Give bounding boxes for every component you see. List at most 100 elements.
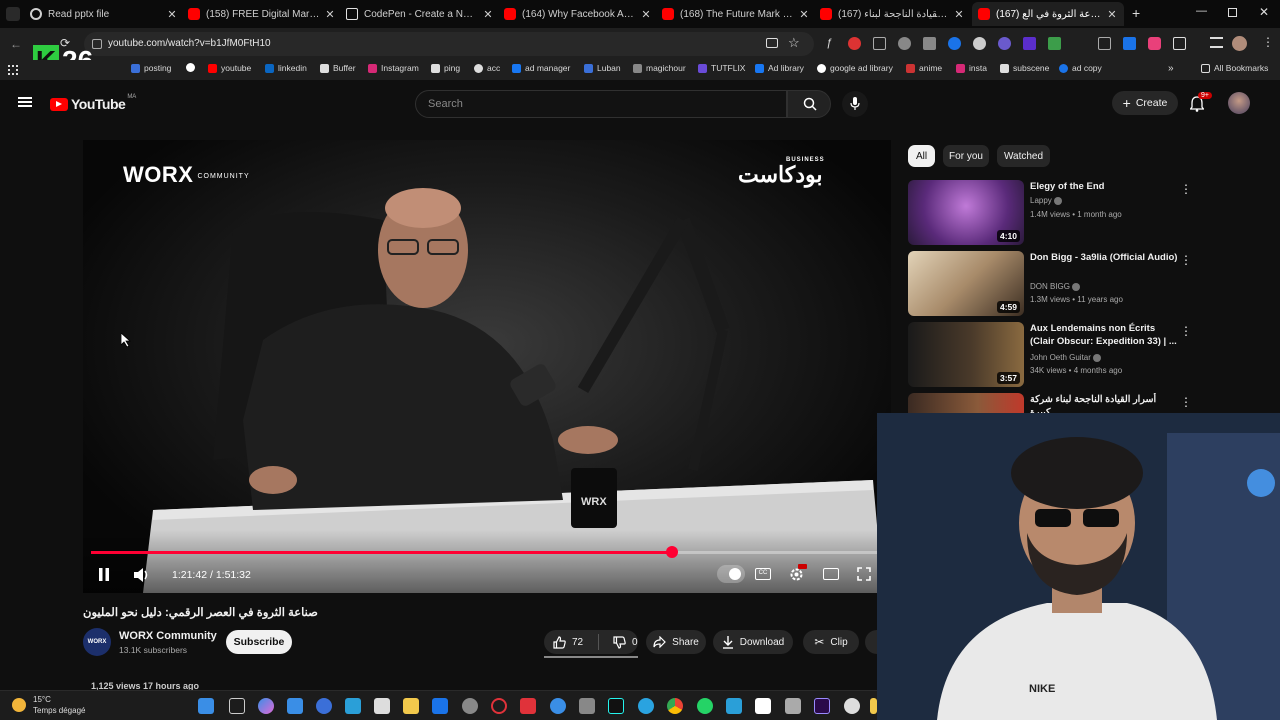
chip-for-you[interactable]: For you (943, 145, 989, 167)
voice-search-button[interactable] (842, 91, 868, 117)
browser-tab[interactable]: (168) The Future Mark Zucker ✕ (662, 2, 810, 26)
chrome-icon[interactable] (667, 698, 683, 714)
recommendation-channel[interactable]: DON BIGG (1030, 282, 1081, 291)
apps-grid-icon[interactable] (8, 65, 18, 75)
extension-icon[interactable] (873, 37, 886, 50)
bookmark-posting[interactable]: posting (131, 63, 171, 73)
scrubber-handle[interactable] (665, 546, 678, 558)
extension-icon[interactable] (1098, 37, 1111, 50)
close-icon[interactable]: ✕ (482, 8, 494, 21)
bookmark-anime[interactable]: anime (906, 63, 942, 73)
video-thumbnail[interactable] (908, 393, 1024, 413)
extension-icon[interactable] (948, 37, 961, 50)
telegram-icon[interactable] (638, 698, 654, 714)
close-icon[interactable]: ✕ (953, 8, 965, 21)
bookmark-acc[interactable]: acc (474, 63, 500, 73)
omnibox[interactable]: youtube.com/watch?v=b1JfM0FtH10 ☆ (84, 32, 814, 56)
progress-bar[interactable] (91, 546, 883, 558)
settings-button[interactable] (789, 564, 807, 582)
video-thumbnail[interactable]: 4:59 (908, 251, 1024, 316)
install-icon[interactable] (766, 38, 778, 48)
dislike-button[interactable]: 0 (605, 635, 638, 649)
app-icon[interactable] (844, 698, 860, 714)
bookmark-ad-manager[interactable]: ad manager (512, 63, 570, 73)
youtube-logo[interactable]: YouTube MA (50, 94, 136, 112)
app-icon[interactable] (726, 698, 742, 714)
recommendation-title[interactable]: Elegy of the End (1030, 180, 1178, 193)
more-options-icon[interactable]: ⋮ (1180, 395, 1192, 409)
browser-tab[interactable]: (164) Why Facebook Ads Are ✕ (504, 2, 652, 26)
recommendation-item[interactable]: أسرار القيادة الناجحة لبناء شركة كبيرة ⋮ (908, 393, 1278, 413)
app-icon[interactable] (550, 698, 566, 714)
windows-start-icon[interactable] (198, 698, 214, 714)
video-player[interactable]: WORX COMMUNITY BUSINESS بودكاست WRX 1:21… (83, 140, 891, 593)
chip-watched[interactable]: Watched (997, 145, 1050, 167)
channel-avatar[interactable]: WORX (83, 628, 111, 656)
video-thumbnail[interactable]: 3:57 (908, 322, 1024, 387)
bookmark-star-icon[interactable]: ☆ (788, 35, 800, 51)
search-input[interactable]: Search (415, 90, 787, 118)
close-icon[interactable]: ✕ (798, 8, 810, 21)
weather-moon-icon[interactable] (12, 698, 26, 712)
notion-icon[interactable] (755, 698, 771, 714)
site-info-icon[interactable] (92, 39, 102, 49)
minimize-button[interactable]: — (1196, 5, 1207, 17)
bookmark-ping[interactable]: ping (431, 63, 460, 73)
whatsapp-icon[interactable] (697, 698, 713, 714)
bookmark-ad-library[interactable]: Ad library (755, 63, 804, 73)
extension-icon[interactable] (1123, 37, 1136, 50)
browser-tab-active[interactable]: (167) صناعة الثروة في الع ✕ (972, 2, 1124, 26)
bookmark-insta[interactable]: insta (956, 63, 987, 73)
bookmark-instagram[interactable]: Instagram (368, 63, 419, 73)
extension-icon[interactable]: ƒ (826, 37, 832, 49)
chip-all[interactable]: All (908, 145, 935, 167)
window-close-button[interactable]: ✕ (1259, 5, 1269, 19)
recommendation-title[interactable]: Aux Lendemains non Écrits (Clair Obscur:… (1030, 322, 1178, 348)
more-bookmarks-icon[interactable]: » (1168, 63, 1174, 74)
all-bookmarks-button[interactable]: All Bookmarks (1201, 63, 1268, 73)
bookmark-ad-copy[interactable]: ad copy (1059, 63, 1102, 73)
extension-icon[interactable] (1023, 37, 1036, 50)
close-icon[interactable]: ✕ (324, 8, 336, 21)
bookmark-youtube[interactable]: youtube (208, 63, 251, 73)
bookmark-luban[interactable]: Luban (584, 63, 621, 73)
browser-tab[interactable]: CodePen - Create a New Pen ✕ (346, 2, 494, 26)
bookmark-magichour[interactable]: magichour (633, 63, 686, 73)
volume-button[interactable] (134, 568, 150, 582)
opera-icon[interactable] (491, 698, 507, 714)
recommendation-channel[interactable]: Lappy (1030, 196, 1063, 205)
bookmark-google[interactable] (186, 63, 199, 72)
bookmark-google-ad-library[interactable]: google ad library (817, 63, 893, 73)
notifications-button[interactable]: 9+ (1190, 92, 1212, 112)
recommendation-channel[interactable]: John Oeth Guitar (1030, 353, 1102, 362)
app-icon[interactable] (785, 698, 801, 714)
bookmark-subscene[interactable]: subscene (1000, 63, 1049, 73)
video-thumbnail[interactable]: 4:10 (908, 180, 1024, 245)
channel-name[interactable]: WORX Community (119, 630, 217, 642)
fullscreen-button[interactable] (857, 567, 871, 581)
download-button[interactable]: Download (713, 630, 793, 654)
profile-avatar[interactable] (1232, 36, 1247, 51)
create-button[interactable]: + Create (1112, 91, 1178, 115)
restore-button[interactable] (1228, 8, 1237, 17)
recommendation-item[interactable]: 3:57 Aux Lendemains non Écrits (Clair Ob… (908, 322, 1278, 390)
extension-icon[interactable] (998, 37, 1011, 50)
app-icon[interactable] (579, 698, 595, 714)
file-explorer-icon[interactable] (403, 698, 419, 714)
tab-search-icon[interactable] (6, 7, 20, 21)
menu-icon[interactable]: ⋮ (1262, 35, 1274, 49)
copilot-icon[interactable] (258, 698, 274, 714)
browser-tab[interactable]: (158) FREE Digital Marketing ✕ (188, 2, 336, 26)
extensions-puzzle-icon[interactable] (1173, 37, 1186, 50)
app-icon[interactable] (520, 698, 536, 714)
app-icon[interactable] (870, 698, 877, 714)
tab-groups-icon[interactable] (1210, 37, 1223, 48)
app-icon[interactable] (374, 698, 390, 714)
bookmark-buffer[interactable]: Buffer (320, 63, 356, 73)
extension-icon[interactable] (898, 37, 911, 50)
app-icon[interactable] (287, 698, 303, 714)
weather-widget[interactable]: 15°C Temps dégagé (33, 694, 85, 716)
autoplay-toggle[interactable] (717, 565, 745, 583)
recommendation-item[interactable]: 4:10 Elegy of the End Lappy 1.4M views •… (908, 180, 1278, 248)
recommendation-title[interactable]: Don Bigg - 3a9lia (Official Audio) (1030, 251, 1178, 264)
